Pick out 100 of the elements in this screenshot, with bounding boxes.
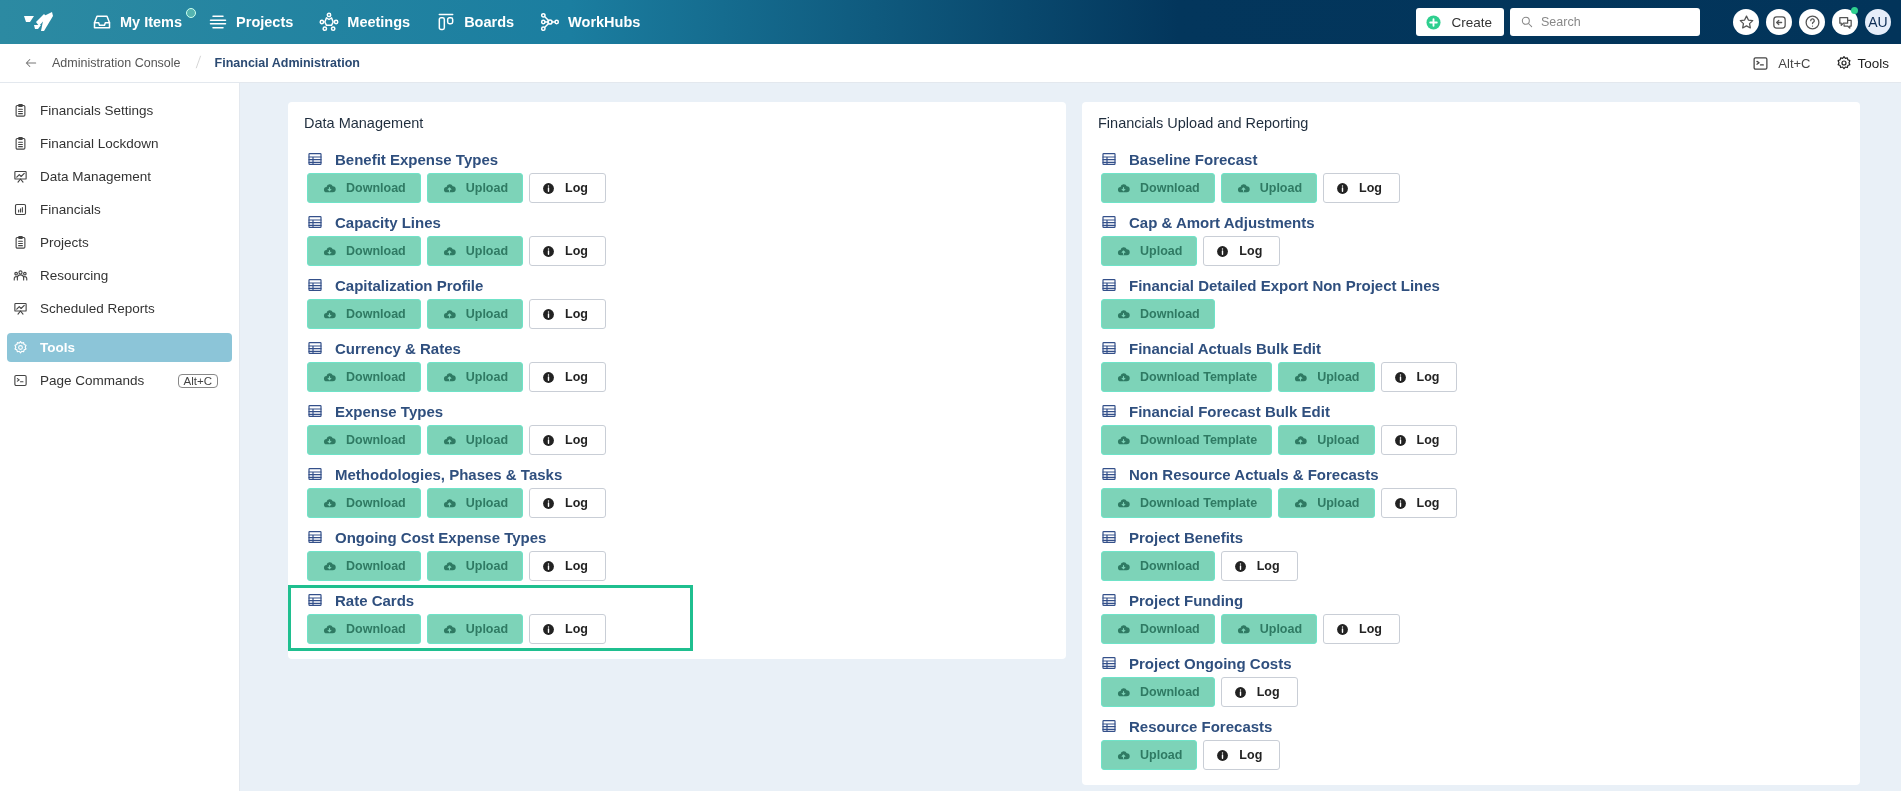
download-button[interactable]: Download Template — [1101, 362, 1273, 392]
log-button[interactable]: Log — [1203, 236, 1281, 266]
user-avatar[interactable]: AU — [1865, 9, 1891, 35]
nav-item[interactable]: Meetings — [311, 6, 423, 38]
nav-item[interactable]: Boards — [428, 6, 527, 38]
nav-item[interactable]: WorkHubs — [532, 6, 653, 38]
sidebar-item[interactable]: Projects — [7, 228, 232, 257]
cloud-download-icon — [323, 181, 336, 195]
download-button[interactable]: Download — [1101, 299, 1215, 329]
log-button[interactable]: Log — [529, 551, 606, 581]
back-arrow-icon[interactable] — [24, 56, 38, 70]
page-commands-button[interactable]: Alt+C — [1752, 54, 1811, 72]
log-button[interactable]: Log — [1380, 488, 1458, 518]
sidebar-item[interactable]: Financials Settings — [7, 96, 232, 125]
cloud-download-icon — [1117, 307, 1130, 321]
download-button[interactable]: Download — [307, 299, 421, 329]
upload-button[interactable]: Upload — [1101, 236, 1198, 266]
download-button[interactable]: Download — [307, 551, 421, 581]
cloud-download-icon — [1117, 622, 1130, 636]
upload-button[interactable]: Upload — [426, 173, 524, 203]
upload-button[interactable]: Upload — [1220, 173, 1318, 203]
create-button[interactable]: Create — [1416, 8, 1504, 36]
network-icon — [540, 12, 561, 32]
log-button[interactable]: Log — [1220, 551, 1298, 581]
log-button[interactable]: Log — [1380, 362, 1458, 392]
download-button[interactable]: Download Template — [1101, 488, 1273, 518]
download-button[interactable]: Download — [307, 236, 421, 266]
sidebar-item[interactable]: Financials — [7, 195, 232, 224]
info-icon — [542, 559, 556, 573]
cloud-download-icon — [1117, 559, 1130, 573]
info-icon — [1336, 181, 1350, 195]
tools-button[interactable]: Tools — [1836, 55, 1889, 71]
item-title: Project Funding — [1129, 591, 1244, 609]
search-field[interactable]: Search — [1510, 8, 1700, 36]
download-button[interactable]: Download — [1101, 173, 1215, 203]
download-button[interactable]: Download — [307, 425, 421, 455]
download-button[interactable]: Download Template — [1101, 425, 1273, 455]
log-button[interactable]: Log — [1220, 677, 1298, 707]
download-button[interactable]: Download — [1101, 614, 1215, 644]
item-title: Expense Types — [335, 402, 444, 420]
table-icon — [1101, 340, 1117, 356]
breadcrumb-item[interactable]: Administration Console — [52, 56, 181, 70]
log-button[interactable]: Log — [529, 614, 606, 644]
card-title: Financials Upload and Reporting — [1098, 115, 1309, 131]
log-button[interactable]: Log — [529, 362, 606, 392]
download-button[interactable]: Download — [1101, 551, 1215, 581]
cloud-upload-icon — [442, 370, 456, 384]
log-button[interactable]: Log — [529, 173, 606, 203]
upload-button[interactable]: Upload — [426, 425, 524, 455]
upload-button[interactable]: Upload — [426, 299, 524, 329]
terminal-icon — [1752, 54, 1770, 72]
upload-button[interactable]: Upload — [1220, 614, 1318, 644]
star-button[interactable] — [1733, 9, 1759, 35]
log-button[interactable]: Log — [529, 236, 606, 266]
upload-button[interactable]: Upload — [1278, 362, 1375, 392]
download-button[interactable]: Download — [307, 362, 421, 392]
exit-button[interactable] — [1766, 9, 1792, 35]
table-icon — [307, 151, 323, 167]
download-button[interactable]: Download — [307, 488, 421, 518]
info-icon — [1393, 370, 1407, 384]
cloud-download-icon — [323, 307, 336, 321]
cloud-download-icon — [323, 433, 336, 447]
info-icon — [542, 433, 556, 447]
upload-button[interactable]: Upload — [426, 362, 524, 392]
upload-button[interactable]: Upload — [426, 551, 524, 581]
help-button[interactable] — [1799, 9, 1825, 35]
upload-button[interactable]: Upload — [426, 488, 524, 518]
sidebar-item[interactable]: Data Management — [7, 162, 232, 191]
card-title: Data Management — [304, 115, 424, 131]
chat-button[interactable] — [1832, 9, 1858, 35]
cloud-upload-icon — [1294, 433, 1308, 447]
nav-item[interactable]: My Items — [84, 6, 195, 38]
log-button[interactable]: Log — [529, 488, 606, 518]
sidebar-item[interactable]: Page Commands Alt+C — [7, 366, 232, 395]
log-button[interactable]: Log — [529, 425, 606, 455]
shortcut-badge: Alt+C — [177, 373, 218, 388]
download-button[interactable]: Download — [307, 614, 421, 644]
log-button[interactable]: Log — [1203, 740, 1281, 770]
log-button[interactable]: Log — [1323, 614, 1400, 644]
info-icon — [542, 370, 556, 384]
table-icon — [1101, 151, 1117, 167]
download-button[interactable]: Download — [1101, 677, 1215, 707]
lines-icon — [208, 12, 229, 32]
log-button[interactable]: Log — [529, 299, 606, 329]
upload-button[interactable]: Upload — [1278, 425, 1375, 455]
cloud-upload-icon — [1294, 370, 1308, 384]
sidebar-item[interactable]: Resourcing — [7, 261, 232, 290]
upload-button[interactable]: Upload — [426, 614, 524, 644]
download-button[interactable]: Download — [307, 173, 421, 203]
search-icon — [1520, 15, 1534, 29]
upload-button[interactable]: Upload — [1278, 488, 1375, 518]
cloud-upload-icon — [442, 559, 456, 573]
sidebar-item[interactable]: Scheduled Reports — [7, 294, 232, 323]
upload-button[interactable]: Upload — [1101, 740, 1198, 770]
item-title: Project Benefits — [1129, 528, 1244, 546]
sidebar-item[interactable]: Financial Lockdown — [7, 129, 232, 158]
upload-button[interactable]: Upload — [426, 236, 524, 266]
log-button[interactable]: Log — [1380, 425, 1458, 455]
nav-item[interactable]: Projects — [200, 6, 306, 38]
log-button[interactable]: Log — [1323, 173, 1400, 203]
